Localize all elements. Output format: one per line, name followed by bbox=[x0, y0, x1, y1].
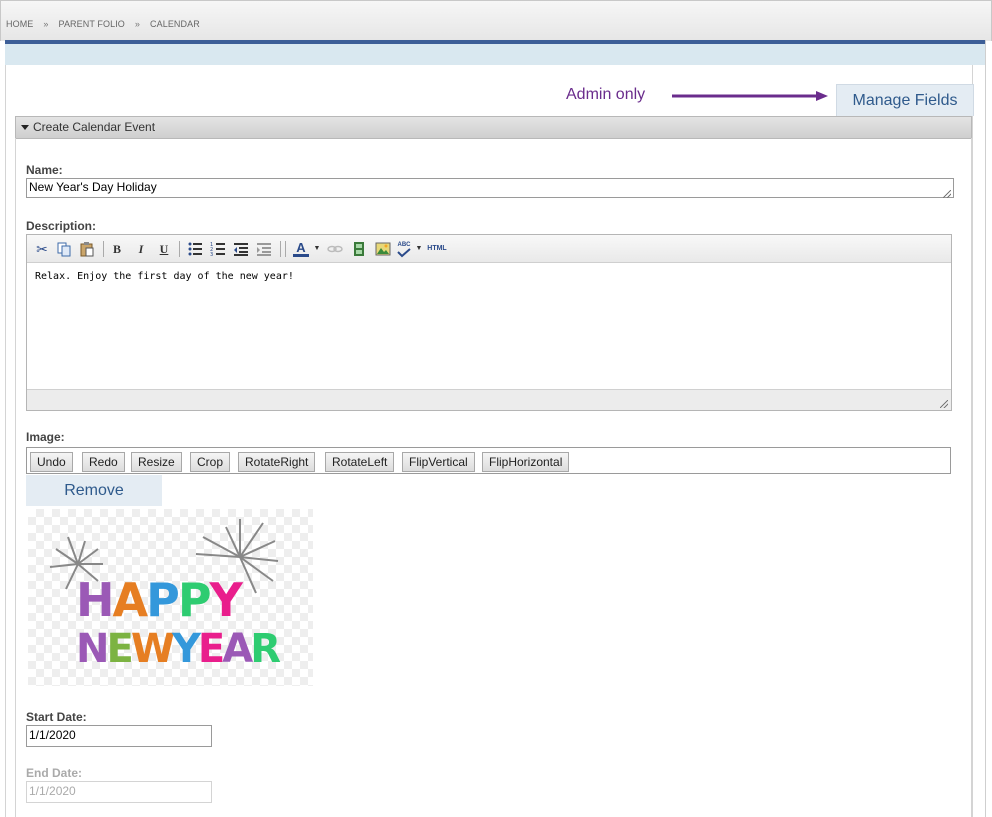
image-toolbar: Undo Redo Resize Crop RotateRight Rotate… bbox=[26, 447, 951, 474]
breadcrumb-separator: » bbox=[134, 19, 141, 29]
image-letter: A bbox=[112, 573, 149, 627]
description-editor[interactable]: ✂ B I U 1 2 3 A ▼ ABC ▼ HTML Relax. Enjo… bbox=[26, 234, 952, 411]
breadcrumb: HOME » PARENT FOLIO » CALENDAR bbox=[6, 19, 210, 29]
editor-status-bar bbox=[27, 389, 951, 410]
toolbar-separator bbox=[103, 241, 104, 257]
bold-button[interactable]: B bbox=[109, 241, 125, 257]
bulleted-list-icon[interactable] bbox=[187, 241, 203, 257]
paste-icon[interactable] bbox=[79, 241, 95, 257]
spellcheck-dropdown-icon[interactable]: ▼ bbox=[415, 241, 423, 257]
resize-grip-icon[interactable] bbox=[943, 190, 951, 198]
toolbar-separator bbox=[285, 241, 286, 257]
description-label: Description: bbox=[26, 219, 97, 233]
description-content[interactable]: Relax. Enjoy the first day of the new ye… bbox=[35, 271, 294, 282]
image-label: Image: bbox=[26, 430, 65, 444]
image-letter: H bbox=[76, 573, 114, 627]
spellcheck-checkmark-icon[interactable] bbox=[396, 248, 412, 258]
image-letter: R bbox=[250, 626, 281, 672]
page-edge bbox=[985, 40, 986, 817]
link-icon[interactable] bbox=[327, 241, 343, 257]
image-letter: A bbox=[222, 626, 253, 672]
manage-fields-button[interactable]: Manage Fields bbox=[836, 84, 974, 116]
end-date-label: End Date: bbox=[26, 766, 83, 780]
header-sub-bar bbox=[5, 44, 985, 65]
insert-image-icon[interactable] bbox=[375, 241, 391, 257]
image-letter: Y bbox=[171, 626, 201, 672]
happy-text: HAPPY bbox=[76, 577, 243, 623]
section-header-create-calendar-event[interactable]: Create Calendar Event bbox=[15, 116, 972, 139]
cut-icon[interactable]: ✂ bbox=[35, 241, 49, 257]
name-input[interactable]: New Year's Day Holiday bbox=[26, 178, 954, 198]
font-color-button[interactable]: A bbox=[293, 241, 309, 257]
editor-toolbar: ✂ B I U 1 2 3 A ▼ ABC ▼ HTML bbox=[27, 235, 951, 263]
film-media-icon[interactable] bbox=[351, 241, 367, 257]
breadcrumb-calendar[interactable]: CALENDAR bbox=[150, 19, 200, 29]
resize-button[interactable]: Resize bbox=[131, 452, 182, 472]
resize-grip-icon[interactable] bbox=[940, 400, 948, 408]
flip-horizontal-button[interactable]: FlipHorizontal bbox=[482, 452, 570, 472]
new-year-text: NEWYEAR bbox=[76, 626, 281, 672]
image-letter: N bbox=[76, 626, 110, 672]
crop-button[interactable]: Crop bbox=[190, 452, 231, 472]
top-bar: HOME » PARENT FOLIO » CALENDAR bbox=[0, 0, 992, 41]
breadcrumb-home[interactable]: HOME bbox=[6, 19, 33, 29]
undo-button[interactable]: Undo bbox=[30, 452, 73, 472]
breadcrumb-parent-folio[interactable]: PARENT FOLIO bbox=[59, 19, 125, 29]
start-date-label: Start Date: bbox=[26, 710, 87, 724]
image-letter: W bbox=[130, 626, 175, 672]
underline-button[interactable]: U bbox=[156, 241, 172, 257]
section-title: Create Calendar Event bbox=[33, 120, 156, 134]
rotate-right-button[interactable]: RotateRight bbox=[238, 452, 316, 472]
collapse-triangle-icon[interactable] bbox=[21, 124, 29, 130]
breadcrumb-separator: » bbox=[43, 19, 49, 29]
toolbar-separator bbox=[280, 241, 281, 257]
image-letter: Y bbox=[209, 573, 243, 627]
outdent-icon[interactable] bbox=[233, 241, 249, 257]
admin-only-annotation: Admin only bbox=[566, 86, 646, 103]
copy-icon[interactable] bbox=[56, 241, 72, 257]
start-date-input[interactable]: 1/1/2020 bbox=[26, 725, 212, 747]
svg-text:3: 3 bbox=[210, 252, 213, 257]
happy-new-year-image: HAPPY NEWYEAR bbox=[28, 509, 313, 686]
redo-button[interactable]: Redo bbox=[82, 452, 125, 472]
toolbar-separator bbox=[179, 241, 180, 257]
arrow-right-icon bbox=[672, 91, 828, 101]
indent-icon[interactable] bbox=[256, 241, 272, 257]
html-mode-button[interactable]: HTML bbox=[426, 241, 448, 257]
numbered-list-icon[interactable]: 1 2 3 bbox=[210, 241, 226, 257]
image-letter: E bbox=[106, 626, 133, 672]
image-letter: P bbox=[177, 573, 212, 627]
font-color-dropdown-icon[interactable]: ▼ bbox=[313, 241, 321, 257]
rotate-left-button[interactable]: RotateLeft bbox=[325, 452, 395, 472]
remove-image-button[interactable]: Remove bbox=[26, 475, 162, 506]
image-letter: P bbox=[146, 573, 180, 627]
end-date-input[interactable]: 1/1/2020 bbox=[26, 781, 212, 803]
flip-vertical-button[interactable]: FlipVertical bbox=[402, 452, 475, 472]
image-letter: E bbox=[197, 626, 225, 672]
italic-button[interactable]: I bbox=[133, 241, 149, 257]
name-label: Name: bbox=[26, 163, 63, 177]
